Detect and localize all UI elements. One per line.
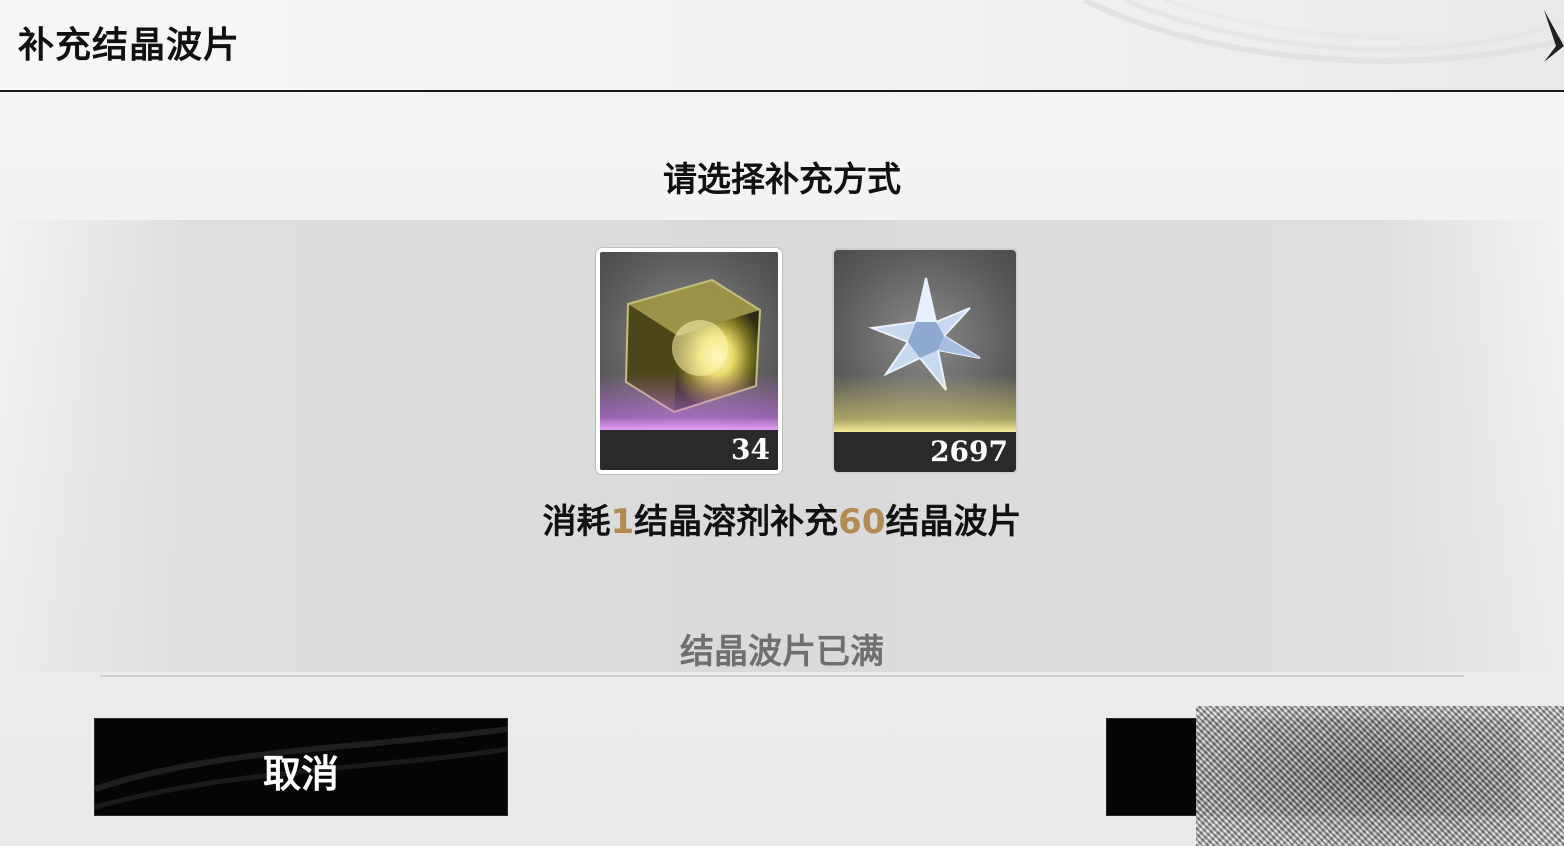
header-bar: 补充结晶波片: [0, 0, 1564, 92]
options-panel: [0, 220, 1564, 672]
astrite-count: 2697: [930, 435, 1008, 468]
cancel-label: 取消: [262, 752, 339, 796]
cost-prefix: 消耗: [542, 502, 611, 542]
obscured-region: [1196, 706, 1564, 846]
cost-description: 消耗1结晶溶剂补充60结晶波片: [0, 494, 1564, 543]
crystal-solvent-count: 34: [731, 433, 770, 466]
option-astrite-card[interactable]: 2697: [832, 248, 1018, 474]
cost-suffix: 结晶波片: [885, 502, 1022, 542]
select-method-prompt: 请选择补充方式: [663, 160, 901, 200]
cancel-button[interactable]: 取消: [94, 718, 508, 816]
cost-amount: 1: [610, 502, 635, 542]
rarity-glow-purple: [600, 372, 778, 432]
option-crystal-solvent-card[interactable]: 34: [596, 248, 782, 474]
divider: [100, 675, 1464, 677]
gain-amount: 60: [838, 502, 886, 542]
page-title: 补充结晶波片: [18, 25, 241, 66]
rarity-glow-yellow: [834, 374, 1016, 434]
header-decoration-icon: [1082, 0, 1564, 64]
cost-middle: 结晶溶剂补充: [634, 502, 839, 542]
status-full-text: 结晶波片已满: [680, 632, 884, 672]
